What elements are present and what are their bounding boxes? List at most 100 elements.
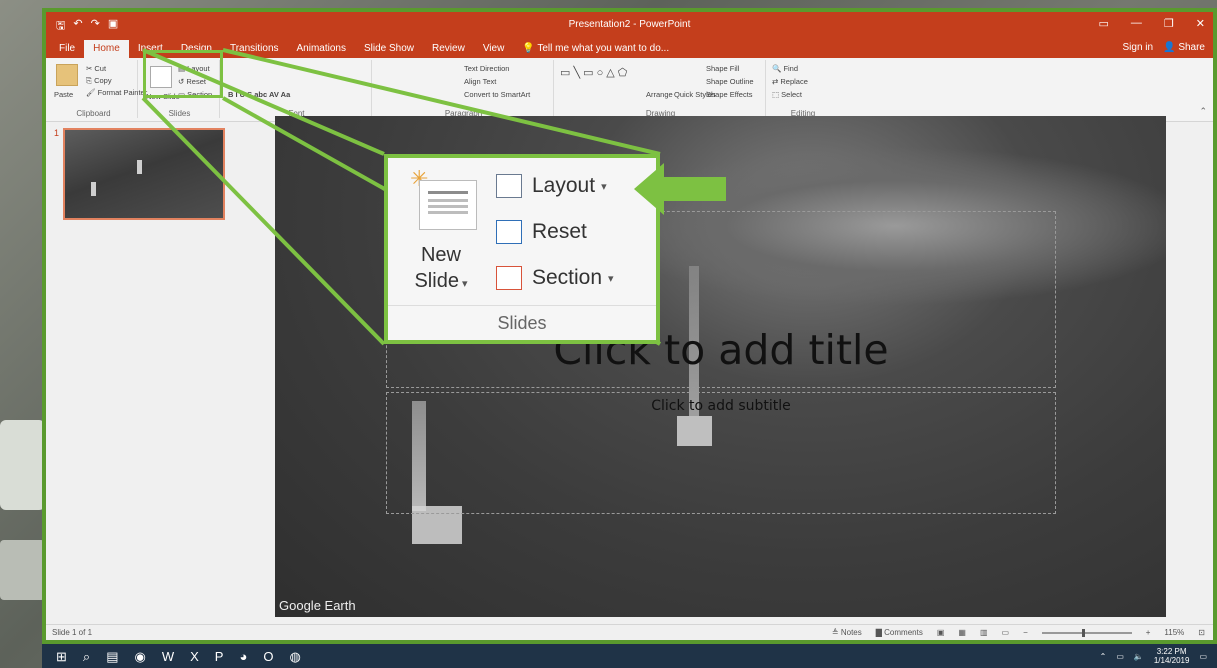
shape-effects-button[interactable]: Shape Effects: [706, 90, 753, 99]
sign-in-link[interactable]: Sign in: [1123, 42, 1154, 53]
tab-file[interactable]: File: [50, 40, 84, 58]
align-text-button[interactable]: Align Text: [464, 77, 496, 86]
shape-fill-button[interactable]: Shape Fill: [706, 64, 739, 73]
ribbon-display-button[interactable]: ▭: [1099, 17, 1109, 30]
close-button[interactable]: ✕: [1196, 17, 1205, 30]
green-arrow-icon: [634, 163, 726, 215]
group-divider: [388, 305, 656, 306]
zoom-slider-knob[interactable]: [1081, 628, 1085, 637]
find-button[interactable]: 🔍 Find: [772, 64, 798, 73]
windows-start-icon[interactable]: ⊞: [56, 649, 67, 665]
tray-chevron-icon[interactable]: ⌃: [1100, 652, 1107, 661]
zoom-level[interactable]: 115%: [1164, 628, 1184, 637]
collapse-ribbon-icon[interactable]: ⌃: [1199, 106, 1207, 117]
network-icon[interactable]: ▭: [1116, 652, 1124, 661]
new-slide-large-icon[interactable]: [419, 180, 477, 230]
powerpoint-icon[interactable]: P: [215, 649, 224, 665]
shape-outline-button[interactable]: Shape Outline: [706, 77, 754, 86]
format-painter-button[interactable]: 🖌 Format Painter: [86, 88, 147, 97]
clock[interactable]: 3:22 PM 1/14/2019: [1154, 647, 1190, 665]
paste-icon[interactable]: [56, 64, 78, 86]
thumbnail-mark: [137, 160, 142, 174]
tab-transitions[interactable]: Transitions: [221, 40, 288, 58]
zoom-source-highlight: [143, 50, 223, 98]
slide-thumbnail[interactable]: [63, 128, 225, 220]
file-explorer-icon[interactable]: ▤: [106, 649, 118, 665]
group-name-clipboard: Clipboard: [76, 109, 111, 118]
tab-animations[interactable]: Animations: [288, 40, 355, 58]
chrome-icon[interactable]: ◉: [134, 649, 145, 665]
zoom-slider[interactable]: [1041, 628, 1132, 637]
chevron-down-icon: ▾: [601, 180, 607, 193]
font-format-buttons[interactable]: B I U S abc AV Aa: [228, 90, 290, 99]
normal-view-icon[interactable]: ▣: [937, 628, 945, 637]
zoom-out-icon[interactable]: −: [1023, 628, 1028, 637]
arrange-button[interactable]: Arrange: [646, 90, 673, 99]
arrow-shape: [634, 163, 726, 215]
fit-slide-icon[interactable]: ⊡: [1198, 628, 1205, 637]
new-slide-large-button[interactable]: New Slide ▾: [406, 242, 476, 297]
reading-view-icon[interactable]: ▥: [980, 628, 988, 637]
share-button[interactable]: 👤 Share: [1163, 42, 1205, 53]
tab-review[interactable]: Review: [423, 40, 474, 58]
section-icon: [496, 266, 522, 290]
background-building: [0, 540, 45, 600]
section-large-label: Section: [532, 266, 603, 289]
excel-icon[interactable]: X: [190, 649, 199, 665]
app-icon[interactable]: ◍: [289, 649, 300, 665]
replace-button[interactable]: ⇄ Replace: [772, 77, 808, 86]
clock-date: 1/14/2019: [1153, 656, 1190, 665]
section-large-button[interactable]: Section ▾: [496, 266, 614, 290]
copy-button[interactable]: ⎘ Copy: [86, 76, 112, 86]
reset-icon: [496, 220, 522, 244]
status-bar: Slide 1 of 1 ≜ Notes ▇ Comments ▣ ▦ ▥ ▭ …: [46, 624, 1213, 640]
layout-large-button[interactable]: Layout ▾: [496, 174, 607, 198]
search-icon[interactable]: ⌕: [83, 649, 90, 665]
tab-home[interactable]: Home: [84, 40, 129, 58]
reset-large-label: Reset: [532, 220, 587, 243]
windows-taskbar: ⊞ ⌕ ▤ ◉ W X P ◕ O ◍ ⌃ ▭ 🔈 3:22 PM 1/14/2…: [42, 644, 1217, 668]
shapes-gallery[interactable]: ▭ ╲ ▭ ○ △ ⬠: [560, 66, 627, 79]
new-slide-line1: New: [420, 244, 461, 266]
tab-view[interactable]: View: [474, 40, 514, 58]
slide-sorter-icon[interactable]: ▦: [958, 628, 966, 637]
zoom-in-icon[interactable]: +: [1146, 628, 1151, 637]
restore-button[interactable]: ❐: [1164, 17, 1174, 30]
window-title: Presentation2 - PowerPoint: [568, 19, 691, 30]
reset-large-button[interactable]: Reset: [496, 220, 587, 244]
firefox-icon[interactable]: ◕: [239, 649, 247, 665]
replace-label: Replace: [780, 77, 808, 86]
subtitle-placeholder[interactable]: Click to add subtitle: [386, 398, 1056, 414]
comments-label: Comments: [884, 628, 923, 637]
callout-group-name: Slides: [497, 313, 547, 333]
tab-slide-show[interactable]: Slide Show: [355, 40, 423, 58]
slide-thumbnails-pane: 1: [46, 122, 266, 627]
background-building: [0, 420, 45, 510]
notifications-icon[interactable]: ▭: [1199, 652, 1207, 661]
layout-large-label: Layout: [532, 174, 596, 197]
outlook-icon[interactable]: O: [263, 649, 273, 665]
tell-me-label: Tell me what you want to do...: [537, 43, 670, 54]
paste-button[interactable]: Paste: [54, 90, 73, 99]
minimize-button[interactable]: —: [1131, 17, 1142, 30]
notes-button[interactable]: ≜ Notes: [832, 628, 862, 637]
volume-icon[interactable]: 🔈: [1134, 652, 1144, 661]
comments-button[interactable]: ▇ Comments: [876, 628, 923, 637]
title-bar: 🖫 ↶ ↷ ▣ Presentation2 - PowerPoint ▭ — ❐…: [46, 12, 1213, 38]
new-slide-line2: Slide: [414, 270, 459, 292]
word-icon[interactable]: W: [162, 649, 174, 665]
chevron-down-icon: ▾: [608, 272, 614, 285]
group-name-slides: Slides: [168, 109, 191, 118]
text-direction-button[interactable]: Text Direction: [464, 64, 509, 73]
share-label: Share: [1178, 42, 1205, 53]
group-clipboard: Paste ✂ Cut ⎘ Copy 🖌 Format Painter Clip…: [50, 60, 147, 118]
find-label: Find: [783, 64, 799, 73]
system-tray: ⌃ ▭ 🔈 3:22 PM 1/14/2019 ▭: [1100, 647, 1207, 665]
slideshow-icon[interactable]: ▭: [1002, 628, 1010, 637]
select-button[interactable]: ⬚ Select: [772, 90, 802, 99]
convert-smartart-button[interactable]: Convert to SmartArt: [464, 90, 530, 99]
slide-count: Slide 1 of 1: [52, 628, 93, 637]
tell-me-search[interactable]: 💡 Tell me what you want to do...: [513, 40, 678, 58]
group-paragraph: Text Direction Align Text Convert to Sma…: [374, 60, 554, 118]
cut-button[interactable]: ✂ Cut: [86, 64, 106, 73]
